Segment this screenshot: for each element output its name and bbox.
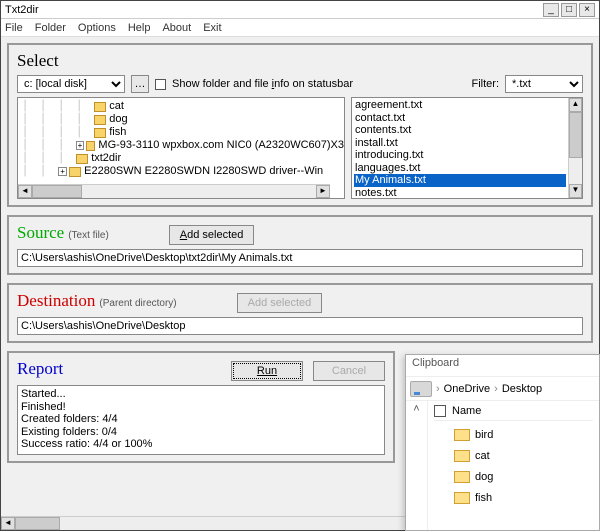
tree-item-label: dog <box>109 113 127 126</box>
expand-icon[interactable]: + <box>58 167 67 176</box>
explorer-item[interactable]: cat <box>434 445 593 466</box>
menu-file[interactable]: File <box>5 22 23 34</box>
menu-help[interactable]: Help <box>128 22 151 34</box>
chevron-right-icon: › <box>436 383 440 395</box>
menu-options[interactable]: Options <box>78 22 116 34</box>
chevron-right-icon: › <box>494 383 498 395</box>
source-path-field[interactable] <box>17 249 583 267</box>
maximize-button[interactable]: □ <box>561 3 577 17</box>
report-line: Started... <box>21 388 381 401</box>
report-line: Finished! <box>21 401 381 414</box>
folder-icon <box>454 492 470 504</box>
tree-item-label: cat <box>109 100 124 113</box>
column-name[interactable]: Name <box>452 405 481 417</box>
report-output: Started...Finished!Created folders: 4/4E… <box>17 385 385 455</box>
source-panel: Source (Text file) Add selected <box>7 215 593 275</box>
tree-item[interactable]: │ │ │ txt2dir <box>22 152 344 165</box>
tree-item[interactable]: │ │ │ │ cat <box>22 100 344 113</box>
explorer-item-label: fish <box>475 492 492 504</box>
file-list-item[interactable]: My Animals.txt <box>354 174 566 187</box>
explorer-window: Clipboard › OneDrive › Desktop ˄ Name bi… <box>405 354 600 531</box>
explorer-item[interactable]: dog <box>434 466 593 487</box>
drive-combo[interactable]: c: [local disk] <box>17 75 125 93</box>
cancel-button: Cancel <box>313 361 385 381</box>
folder-icon <box>94 128 106 138</box>
destination-panel: Destination (Parent directory) Add selec… <box>7 283 593 343</box>
show-info-label: Show folder and file info on statusbar <box>172 78 353 90</box>
folder-icon <box>454 450 470 462</box>
file-list-item[interactable]: languages.txt <box>354 162 566 175</box>
minimize-button[interactable]: _ <box>543 3 559 17</box>
menubar: File Folder Options Help About Exit <box>1 19 599 37</box>
file-list-item[interactable]: agreement.txt <box>354 99 566 112</box>
explorer-item-label: bird <box>475 429 493 441</box>
breadcrumb-desktop[interactable]: Desktop <box>502 383 542 395</box>
explorer-item[interactable]: fish <box>434 487 593 508</box>
menu-exit[interactable]: Exit <box>203 22 221 34</box>
show-info-checkbox[interactable] <box>155 79 166 90</box>
report-line: Success ratio: 4/4 or 100% <box>21 438 381 451</box>
explorer-item-label: cat <box>475 450 490 462</box>
tree-item[interactable]: │ │ │ +MG-93-3110 wpxbox.com NIC0 (A2320… <box>22 139 344 152</box>
source-sub: (Text file) <box>68 230 109 241</box>
destination-add-button: Add selected <box>237 293 323 313</box>
destination-sub: (Parent directory) <box>99 298 176 309</box>
breadcrumb-onedrive[interactable]: OneDrive <box>444 383 490 395</box>
tree-item-label: MG-93-3110 wpxbox.com NIC0 (A2320WC607)X… <box>98 139 344 152</box>
explorer-item[interactable]: bird <box>434 424 593 445</box>
file-list-item[interactable]: install.txt <box>354 137 566 150</box>
tree-item-label: E2280SWN E2280SWDN I2280SWD driver--Win <box>84 165 323 178</box>
tree-item[interactable]: │ │ │ │ dog <box>22 113 344 126</box>
window-controls: _ □ × <box>543 3 595 17</box>
select-title: Select <box>17 51 583 71</box>
folder-icon <box>454 429 470 441</box>
drive-icon <box>410 381 432 397</box>
folder-icon <box>94 102 106 112</box>
explorer-item-label: dog <box>475 471 493 483</box>
menu-about[interactable]: About <box>162 22 191 34</box>
tree-item[interactable]: │ │ │ │ fish <box>22 126 344 139</box>
filter-label: Filter: <box>472 78 500 90</box>
close-button[interactable]: × <box>579 3 595 17</box>
menu-folder[interactable]: Folder <box>35 22 66 34</box>
source-title: Source <box>17 223 64 243</box>
destination-path-field[interactable] <box>17 317 583 335</box>
file-list-item[interactable]: notes.txt <box>354 187 566 200</box>
select-panel: Select c: [local disk] … Show folder and… <box>7 43 593 207</box>
file-list-item[interactable]: contents.txt <box>354 124 566 137</box>
report-panel: Report Run Cancel Started...Finished!Cre… <box>7 351 395 463</box>
tree-item-label: fish <box>109 126 126 139</box>
folder-icon <box>86 141 96 151</box>
tree-item-label: txt2dir <box>91 152 121 165</box>
report-title: Report <box>17 359 63 379</box>
list-vscroll[interactable]: ▲▼ <box>568 98 582 198</box>
explorer-nav[interactable]: ˄ <box>406 401 428 530</box>
expand-icon[interactable]: + <box>76 141 83 150</box>
folder-icon <box>454 471 470 483</box>
folder-icon <box>76 154 88 164</box>
select-all-checkbox[interactable] <box>434 405 446 417</box>
titlebar: Txt2dir _ □ × <box>1 1 599 19</box>
source-add-button[interactable]: Add selected <box>169 225 255 245</box>
folder-icon <box>94 115 106 125</box>
explorer-breadcrumb[interactable]: › OneDrive › Desktop <box>406 377 599 401</box>
file-list[interactable]: agreement.txtcontact.txtcontents.txtinst… <box>351 97 583 199</box>
file-list-item[interactable]: introducing.txt <box>354 149 566 162</box>
folder-icon <box>69 167 81 177</box>
filter-combo[interactable]: *.txt <box>505 75 583 93</box>
chevron-up-icon: ˄ <box>413 403 419 415</box>
destination-title: Destination <box>17 291 95 311</box>
explorer-clipboard-label: Clipboard <box>406 355 599 377</box>
drive-refresh-button[interactable]: … <box>131 75 149 93</box>
report-line: Created folders: 4/4 <box>21 413 381 426</box>
window-title: Txt2dir <box>5 4 39 16</box>
explorer-file-list[interactable]: Name bird cat dog fish <box>428 401 599 530</box>
file-list-item[interactable]: contact.txt <box>354 112 566 125</box>
tree-item[interactable]: │ │ +E2280SWN E2280SWDN I2280SWD driver-… <box>22 165 344 178</box>
report-line: Existing folders: 0/4 <box>21 426 381 439</box>
folder-tree[interactable]: │ │ │ │ cat│ │ │ │ dog│ │ │ │ fish│ │ │ … <box>17 97 345 199</box>
tree-hscroll[interactable]: ◄► <box>18 184 330 198</box>
run-button[interactable]: Run <box>231 361 303 381</box>
